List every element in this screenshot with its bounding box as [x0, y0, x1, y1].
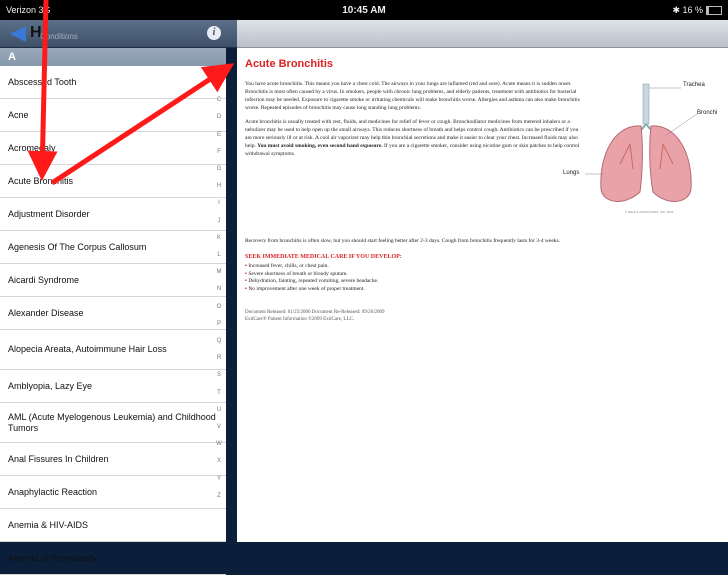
warning-item: Severe shortness of breath or bloody spu…	[245, 271, 378, 279]
list-item-label: Abscessed Tooth	[8, 76, 77, 87]
lungs-label: Lungs	[563, 170, 580, 176]
index-letter[interactable]: C	[212, 97, 226, 103]
index-letter[interactable]: Q	[212, 338, 226, 344]
alphabet-index[interactable]: B C D E F G H I J K L M N O P Q R S T U V W X Y Z	[212, 66, 226, 542]
index-letter[interactable]: E	[212, 132, 226, 138]
list-item[interactable]: AML (Acute Myelogenous Leukemia) and Chi…	[0, 403, 226, 443]
list-item-label: Anaphylactic Reaction	[8, 486, 98, 497]
list-item-label: Anal Fissures In Children	[8, 453, 109, 464]
index-letter[interactable]: P	[212, 321, 226, 327]
list-item[interactable]: Alopecia Areata, Autoimmune Hair Loss	[0, 330, 226, 370]
status-bar: Verizon 3G 10:45 AM ✱ 16 %	[0, 0, 728, 20]
seek-care-heading: SEEK IMMEDIATE MEDICAL CARE IF YOU DEVEL…	[245, 254, 402, 260]
index-letter[interactable]: Y	[212, 476, 226, 482]
list-item-label: AML (Acute Myelogenous Leukemia) and Chi…	[8, 411, 216, 433]
list-item-label: Adjustment Disorder	[8, 208, 90, 219]
article-paragraph-1: You have acute bronchitis. This means yo…	[245, 81, 580, 111]
index-letter[interactable]: F	[212, 149, 226, 155]
document-info: Document Released: 01/25/2006 Document R…	[245, 309, 385, 323]
list-item[interactable]: Anemia & HIV-AIDS	[0, 509, 226, 542]
trachea-label: Trachea	[683, 82, 705, 88]
list-item[interactable]: Adjustment Disorder	[0, 198, 226, 231]
list-item[interactable]: Acromegaly	[0, 132, 226, 165]
list-item-label: Alexander Disease	[8, 307, 84, 318]
doc-release-line: Document Released: 01/25/2006 Document R…	[245, 310, 385, 315]
index-letter[interactable]: M	[212, 269, 226, 275]
index-letter[interactable]: R	[212, 355, 226, 361]
list-item-label: Alopecia Areata, Autoimmune Hair Loss	[8, 344, 167, 354]
back-arrow-icon[interactable]	[10, 26, 26, 42]
list-item[interactable]: Alexander Disease	[0, 297, 226, 330]
list-item-label: Aicardi Syndrome	[8, 274, 80, 285]
index-letter[interactable]: O	[212, 304, 226, 310]
index-letter[interactable]: S	[212, 372, 226, 378]
detail-header-bar	[237, 20, 728, 48]
index-letter[interactable]: D	[212, 114, 226, 120]
index-letter[interactable]: Z	[212, 493, 226, 499]
doc-copyright-line: ExitCare® Patient Information ©2009 Exit…	[245, 317, 355, 322]
info-icon[interactable]: i	[207, 26, 221, 40]
left-navigation-bar: H i	[0, 20, 237, 48]
warning-list: Increased fever, chills, or chest pain.S…	[245, 263, 378, 293]
index-letter[interactable]: G	[212, 166, 226, 172]
section-header-a: A	[0, 48, 226, 66]
list-item[interactable]: Agenesis Of The Corpus Callosum	[0, 231, 226, 264]
index-letter[interactable]: H	[212, 183, 226, 189]
search-placeholder: Conditions	[40, 32, 78, 41]
bronchi-label: Bronchi	[697, 110, 718, 116]
index-letter[interactable]: I	[212, 200, 226, 206]
index-letter[interactable]: N	[212, 286, 226, 292]
clock: 10:45 AM	[342, 4, 386, 16]
index-letter[interactable]: J	[212, 218, 226, 224]
article-paragraph-2: Acute bronchitis is usually treated with…	[245, 118, 580, 158]
index-letter[interactable]: K	[212, 235, 226, 241]
warning-item: Dehydration, fainting, repeated vomiting…	[245, 278, 378, 286]
index-letter[interactable]: B	[212, 80, 226, 86]
battery-icon	[706, 5, 722, 15]
list-item-label: Acne	[8, 109, 29, 120]
index-letter[interactable]: L	[212, 252, 226, 258]
article-view: Acute Bronchitis You have acute bronchit…	[237, 48, 728, 542]
list-item[interactable]: Amblyopia, Lazy Eye	[0, 370, 226, 403]
recovery-text: Recovery from bronchitis is often slow, …	[245, 238, 561, 244]
list-item-label: Anemia & HIV-AIDS	[8, 519, 89, 530]
list-item[interactable]: Acute Bronchitis	[0, 165, 226, 198]
list-item[interactable]: Abscessed Tooth	[0, 66, 226, 99]
warning-item: No improvement after one week of proper …	[245, 286, 378, 294]
list-item[interactable]: Anemia of Prematurity	[0, 542, 226, 575]
smoking-warning: You must avoid smoking, even second hand…	[257, 143, 383, 149]
conditions-list: Abscessed Tooth Acne Acromegaly Acute Bronc…	[0, 66, 226, 575]
index-letter[interactable]: V	[212, 424, 226, 430]
lungs-diagram-image	[583, 83, 698, 202]
list-item[interactable]: Acne	[0, 99, 226, 132]
article-title: Acute Bronchitis	[245, 58, 334, 70]
list-item[interactable]: Anal Fissures In Children	[0, 443, 226, 476]
list-item[interactable]: Aicardi Syndrome	[0, 264, 226, 297]
index-letter[interactable]: W	[212, 441, 226, 447]
list-item-label: Anemia of Prematurity	[8, 552, 98, 563]
index-letter[interactable]: X	[212, 458, 226, 464]
figure-copyright: © RELP & ASSOCIATES, INC. 2004	[625, 210, 674, 214]
list-item-label: Acromegaly	[8, 142, 56, 153]
index-letter[interactable]: T	[212, 390, 226, 396]
list-item[interactable]: Anaphylactic Reaction	[0, 476, 226, 509]
list-item-label: Acute Bronchitis	[8, 175, 74, 186]
article-body: You have acute bronchitis. This means yo…	[245, 80, 580, 164]
lungs-illustration: Trachea Bronchi Lungs © RELP & ASSOCIATE…	[563, 74, 725, 219]
list-item-label: Agenesis Of The Corpus Callosum	[8, 241, 147, 252]
warning-item: Increased fever, chills, or chest pain.	[245, 263, 378, 271]
list-item-label: Amblyopia, Lazy Eye	[8, 380, 93, 391]
index-letter[interactable]: U	[212, 407, 226, 413]
